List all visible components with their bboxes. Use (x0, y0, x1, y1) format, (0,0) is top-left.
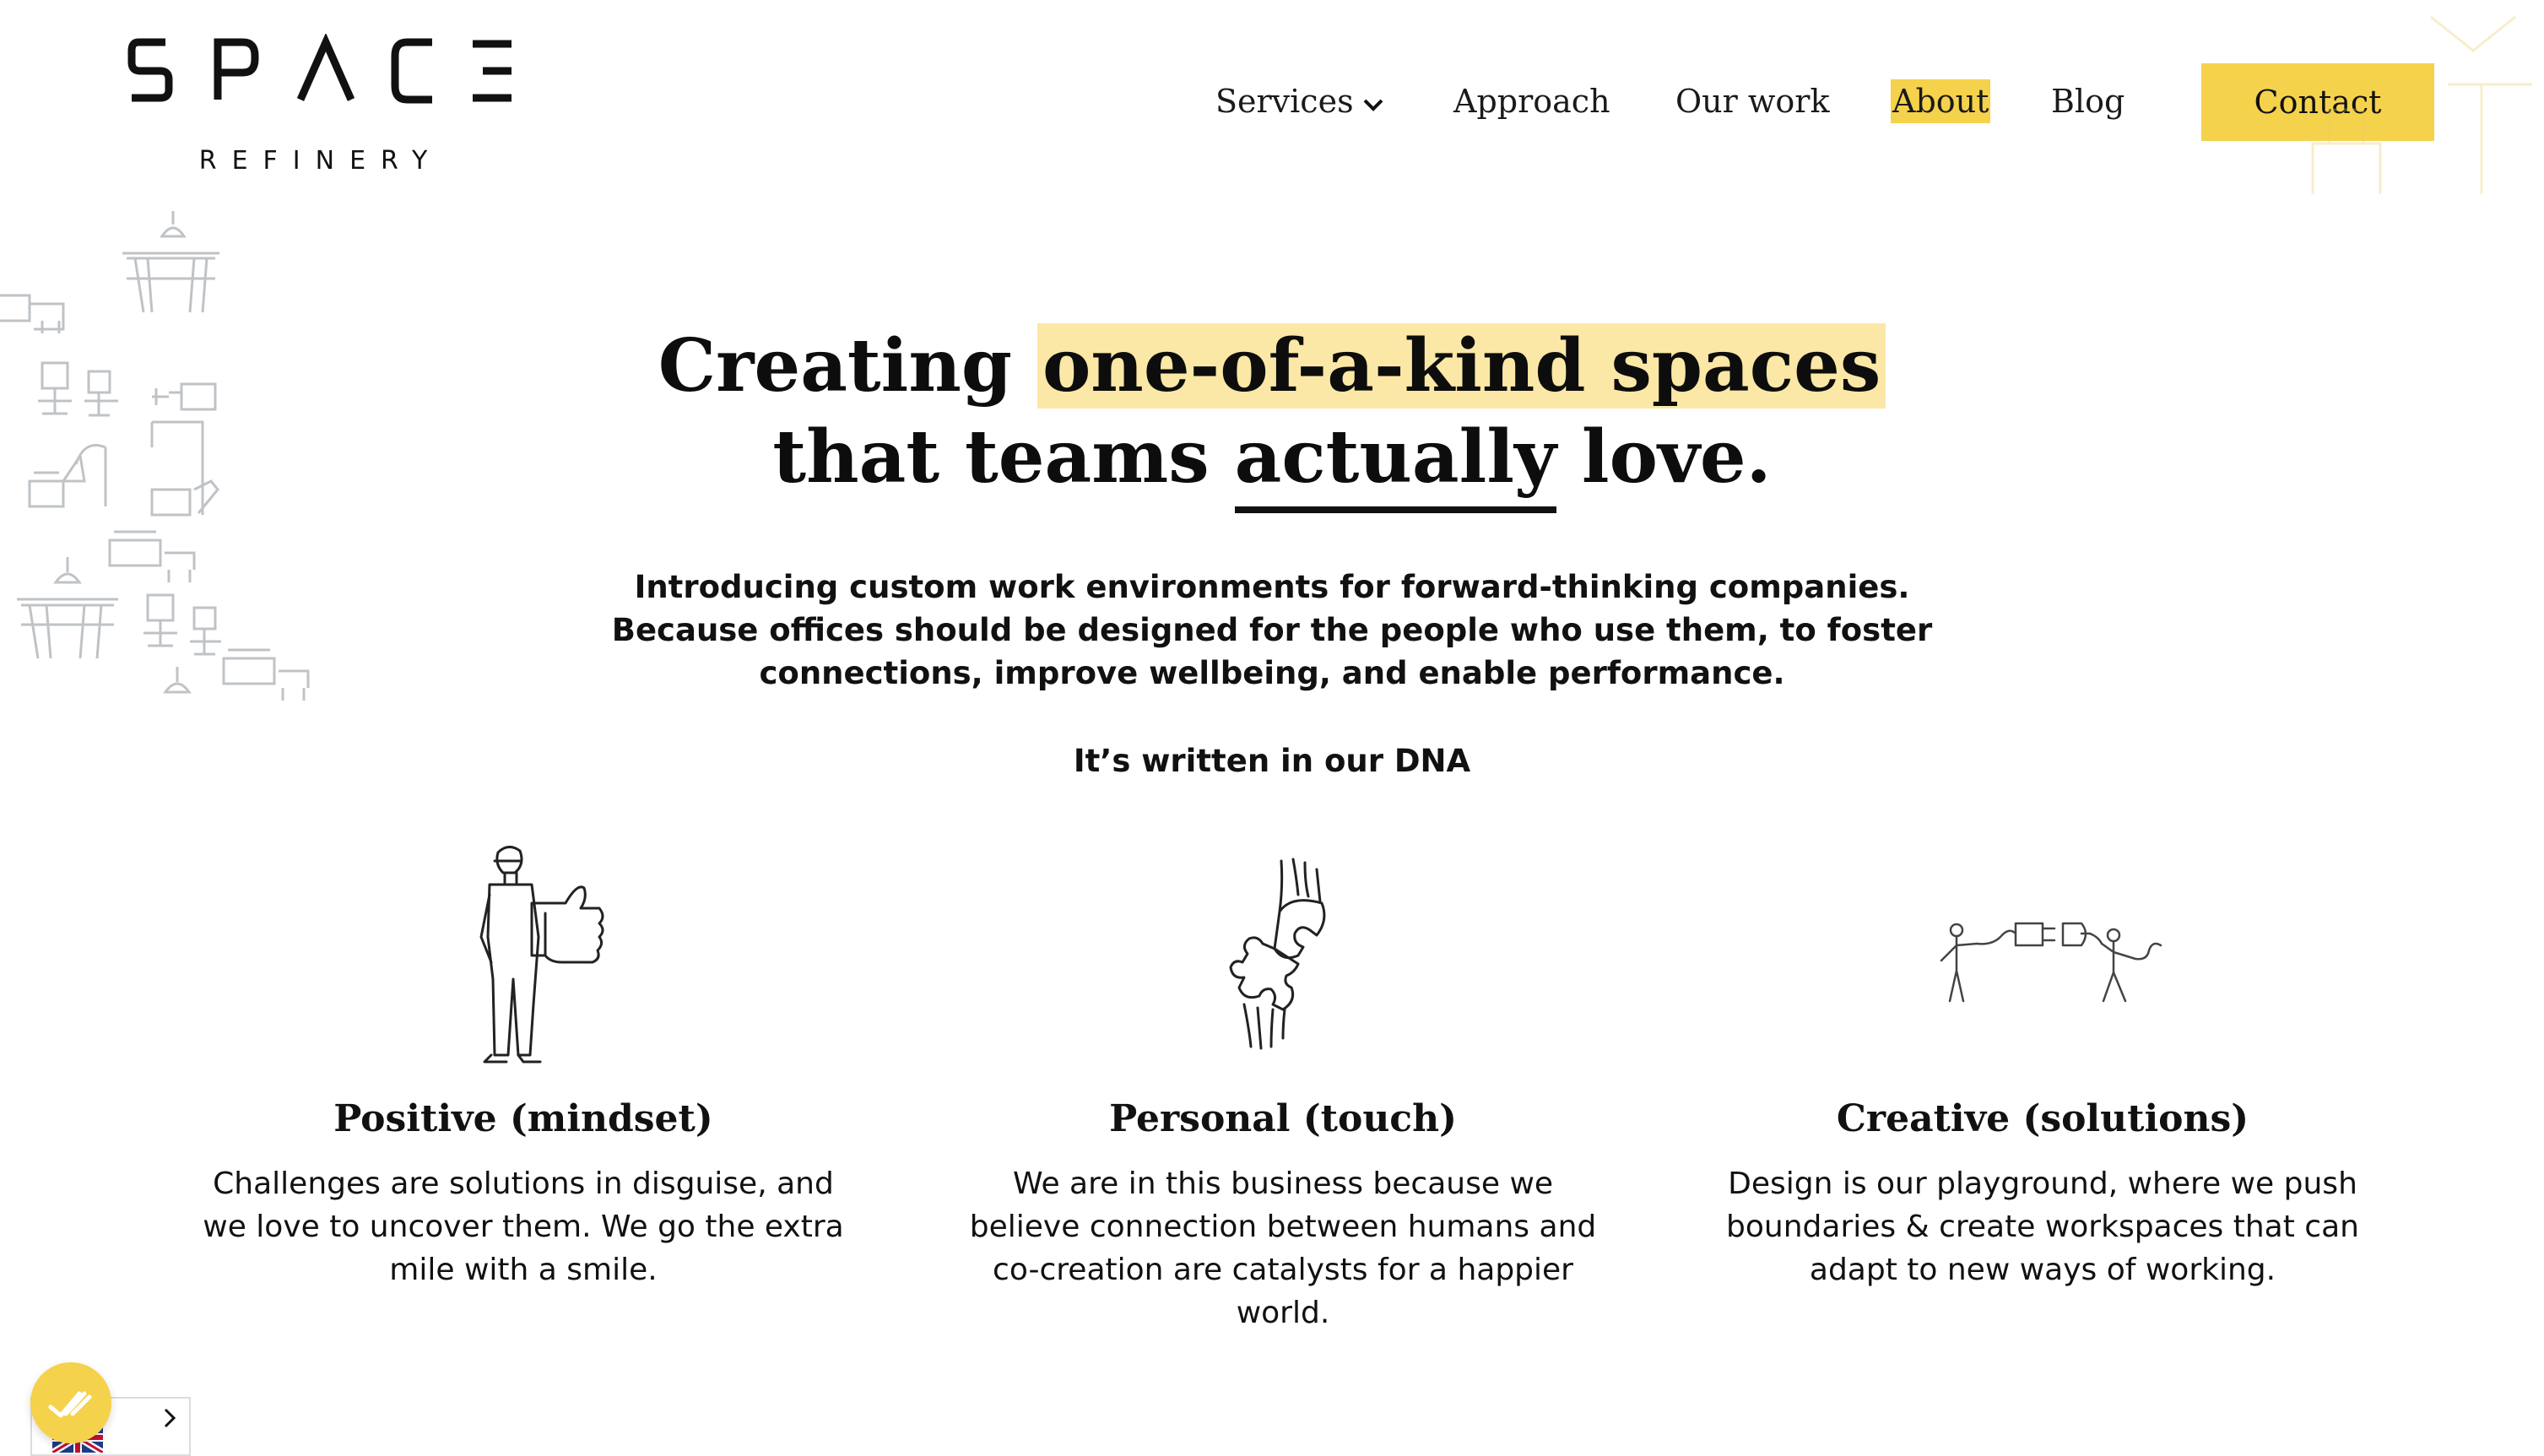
value-text-positive: Challenges are solutions in disguise, an… (203, 1166, 844, 1287)
nav-approach[interactable]: Approach (1453, 63, 1610, 139)
hero-subtitle: Introducing custom work environments for… (611, 569, 1933, 691)
chevron-down-icon (1363, 99, 1383, 111)
logo-letter-a (296, 34, 355, 101)
value-text-creative: Design is our playground, where we push … (1726, 1166, 2359, 1287)
logo-subline: REFINERY (199, 146, 443, 176)
dna-label: It’s written in our DNA (1073, 743, 1471, 779)
value-title-positive: Positive (mindset) (333, 1097, 713, 1140)
hero-title-highlight: one-of-a-kind spaces (1037, 323, 1886, 409)
hero-title: Creating one-of-a-kind spaces that teams… (0, 321, 2544, 513)
hero-title-part1: Creating (658, 323, 1037, 409)
hero-title-underline: actually (1234, 412, 1557, 513)
hero-title-part3: love. (1556, 414, 1772, 500)
value-column-personal: Personal (touch) We are in this business… (937, 836, 1629, 1334)
nav-about[interactable]: About (1891, 63, 1991, 139)
space-refinery-logo[interactable]: REFINERY (127, 34, 515, 177)
chevron-right-icon (164, 1408, 176, 1428)
puzzle-hands-icon (1229, 858, 1326, 1050)
value-title-personal: Personal (touch) (1109, 1097, 1457, 1140)
nav-about-label: About (1891, 79, 1991, 123)
logo-letter-e (473, 40, 512, 102)
checkmark-icon (48, 1391, 92, 1418)
value-column-creative: Creative (solutions) Design is our playg… (1697, 836, 2389, 1291)
nav-blog[interactable]: Blog (2051, 63, 2125, 139)
value-column-positive: Positive (mindset) Challenges are soluti… (177, 836, 869, 1291)
value-title-creative: Creative (solutions) (1836, 1097, 2249, 1140)
nav-services[interactable]: Services (1215, 63, 1384, 139)
accessibility-badge[interactable] (30, 1362, 111, 1443)
nav-services-label: Services (1215, 83, 1354, 120)
logo-letter-s (127, 38, 173, 102)
thumbs-up-person-icon (479, 846, 604, 1064)
logo-letter-c (391, 38, 432, 104)
hero-title-part2: that teams (772, 414, 1235, 500)
decorative-line-art-top-right (2311, 15, 2532, 194)
plug-connection-icon (1940, 922, 2162, 1003)
nav-our-work[interactable]: Our work (1675, 63, 1829, 139)
logo-letter-p (214, 38, 259, 100)
value-text-personal: We are in this business because we belie… (969, 1166, 1597, 1330)
